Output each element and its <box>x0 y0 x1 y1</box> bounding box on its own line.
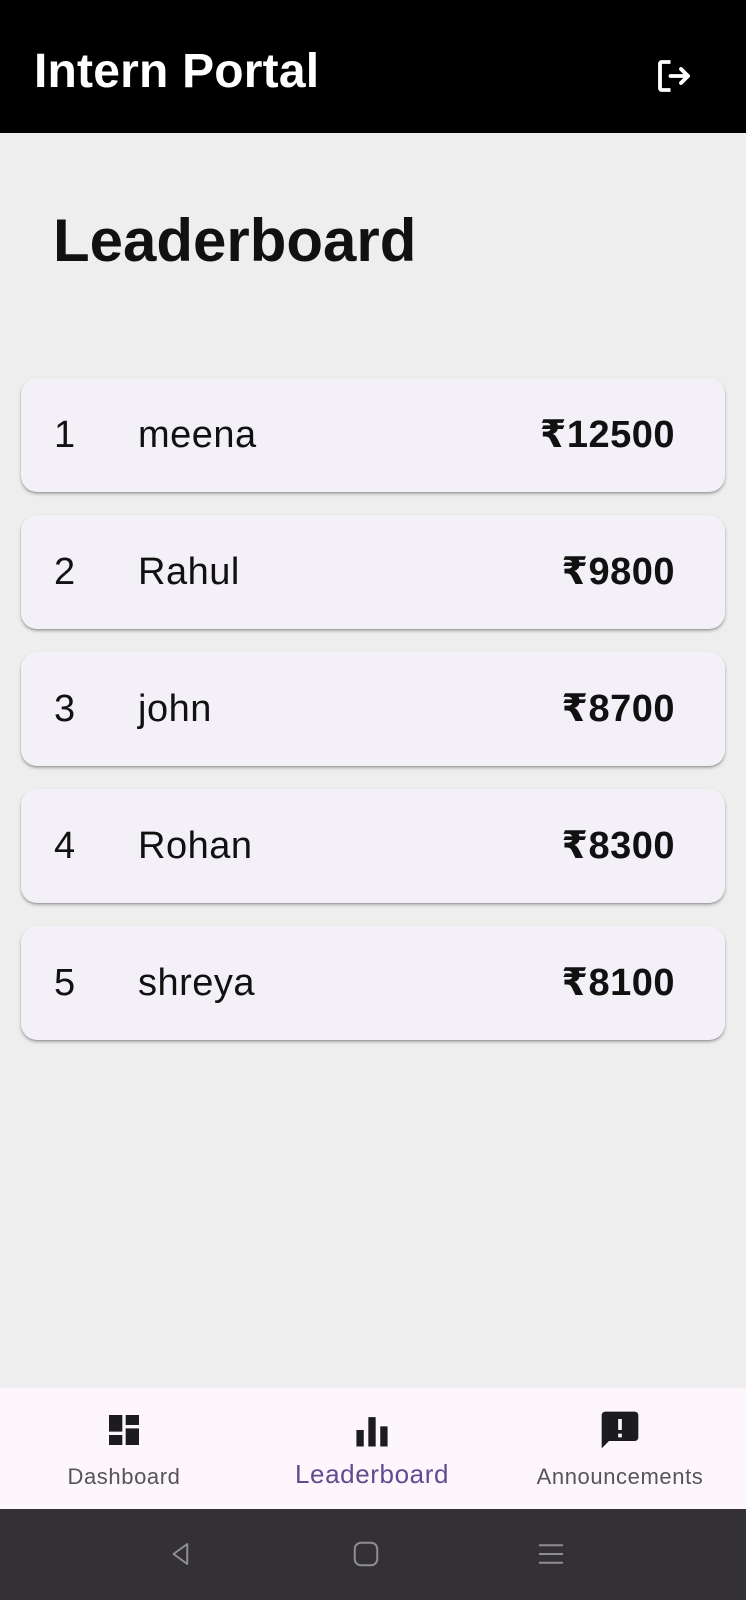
home-icon <box>353 1541 379 1567</box>
system-home-button[interactable] <box>341 1529 391 1579</box>
bottom-navigation: Dashboard Leaderboard Announcements <box>0 1388 746 1509</box>
logout-button[interactable] <box>648 50 700 102</box>
rank-number: 2 <box>54 551 76 593</box>
page-title: Leaderboard <box>53 207 417 274</box>
amount-value: ₹8700 <box>561 688 675 730</box>
nav-item-leaderboard[interactable]: Leaderboard <box>248 1388 496 1509</box>
dashboard-icon <box>109 1415 139 1445</box>
app-bar: Intern Portal <box>0 0 746 133</box>
amount-value: ₹8300 <box>561 825 675 867</box>
recents-icon <box>538 1544 564 1564</box>
intern-name: meena <box>138 414 257 456</box>
rank-number: 1 <box>54 414 76 456</box>
intern-name: john <box>138 688 212 730</box>
app-title: Intern Portal <box>34 45 320 98</box>
amount-value: ₹9800 <box>561 551 675 593</box>
leaderboard-row[interactable]: 5 shreya ₹8100 <box>21 926 725 1040</box>
system-back-button[interactable] <box>156 1529 206 1579</box>
leaderboard-row[interactable]: 1 meena ₹12500 <box>21 378 725 492</box>
leaderboard-icon <box>356 1417 388 1447</box>
nav-label-leaderboard: Leaderboard <box>294 1459 450 1489</box>
intern-name: shreya <box>138 962 256 1004</box>
logout-icon <box>658 60 690 92</box>
nav-item-announcements[interactable]: Announcements <box>496 1388 744 1509</box>
intern-name: Rohan <box>138 825 253 867</box>
nav-item-dashboard[interactable]: Dashboard <box>0 1388 248 1509</box>
leaderboard-row[interactable]: 3 john ₹8700 <box>21 652 725 766</box>
amount-value: ₹8100 <box>561 962 675 1004</box>
leaderboard-row[interactable]: 4 Rohan ₹8300 <box>21 789 725 903</box>
rank-number: 5 <box>54 962 76 1004</box>
amount-value: ₹12500 <box>539 414 675 456</box>
leaderboard-row[interactable]: 2 Rahul ₹9800 <box>21 515 725 629</box>
nav-label-announcements: Announcements <box>536 1464 704 1489</box>
intern-name: Rahul <box>138 551 240 593</box>
system-navigation-bar <box>0 1509 746 1600</box>
system-recents-button[interactable] <box>526 1529 576 1579</box>
rank-number: 3 <box>54 688 76 730</box>
announcement-icon <box>601 1411 639 1449</box>
back-icon <box>172 1543 189 1565</box>
rank-number: 4 <box>54 825 76 867</box>
nav-label-dashboard: Dashboard <box>67 1464 181 1489</box>
